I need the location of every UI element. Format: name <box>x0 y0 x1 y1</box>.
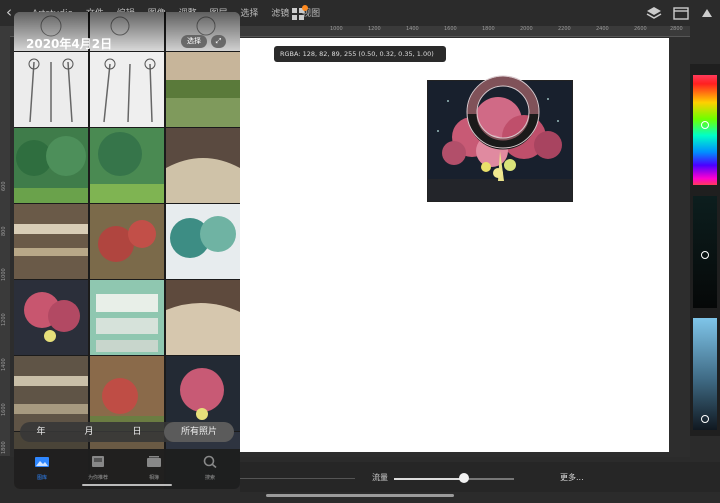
photo-picker-popover: 2020年4月2日 选择 ⤢ 年 月 日 所有照片 图库 为你推荐 相簿 搜索 <box>14 12 240 489</box>
photos-icon <box>35 457 49 467</box>
search-icon <box>203 455 217 469</box>
ruler-tick: 1000 <box>330 26 343 32</box>
photo-thumbnail[interactable] <box>166 280 240 355</box>
scale-years[interactable]: 年 <box>20 422 62 442</box>
back-icon[interactable]: ‹ <box>6 3 12 21</box>
scale-months[interactable]: 月 <box>68 422 110 442</box>
size-slider-track[interactable] <box>240 478 355 479</box>
ruler-tick: 1600 <box>1 403 7 416</box>
scale-days[interactable]: 日 <box>116 422 158 442</box>
tab-label: 相簿 <box>148 475 159 481</box>
ruler-tick: 1800 <box>482 26 495 32</box>
ruler-tick: 1400 <box>406 26 419 32</box>
picker-date-title: 2020年4月2日 <box>26 37 113 51</box>
layers-icon[interactable] <box>645 5 663 21</box>
ruler-tick: 1200 <box>1 313 7 326</box>
select-button[interactable]: 选择 <box>181 35 207 48</box>
flow-slider-thumb[interactable] <box>459 473 469 483</box>
hue-knob[interactable] <box>701 121 709 129</box>
tools-grid-icon[interactable] <box>290 5 308 21</box>
menu-select[interactable]: 选择 <box>240 9 258 19</box>
photo-thumbnail[interactable] <box>14 204 88 279</box>
ruler-tick: 2800 <box>670 26 683 32</box>
scale-all-photos[interactable]: 所有照片 <box>164 422 234 442</box>
collapse-icon[interactable] <box>698 5 716 21</box>
ruler-tick: 1000 <box>1 268 7 281</box>
ruler-tick: 1800 <box>1 441 7 454</box>
for-you-icon <box>92 456 104 467</box>
brightness-slider[interactable] <box>693 318 717 430</box>
photo-thumbnail[interactable] <box>90 128 164 203</box>
expand-icon[interactable]: ⤢ <box>211 35 226 48</box>
vertical-ruler: 600 800 1000 1200 1400 1600 1800 <box>0 36 10 456</box>
tab-albums[interactable]: 相簿 <box>134 453 174 481</box>
menu-filter[interactable]: 滤镜 <box>271 9 289 19</box>
photo-thumbnail[interactable] <box>166 52 240 127</box>
home-indicator <box>266 494 454 497</box>
ruler-tick: 1200 <box>368 26 381 32</box>
photo-thumbnail[interactable] <box>166 128 240 203</box>
picker-home-indicator <box>82 484 172 486</box>
rgba-readout: RGBA: 128, 82, 89, 255 (0.50, 0.32, 0.35… <box>274 46 446 62</box>
tab-library[interactable]: 图库 <box>22 453 62 481</box>
photo-thumbnail[interactable] <box>14 356 88 431</box>
photo-thumbnail[interactable] <box>90 280 164 355</box>
color-picker-loupe[interactable] <box>465 74 541 150</box>
photo-thumbnail[interactable] <box>90 204 164 279</box>
tab-label: 搜索 <box>204 475 215 481</box>
ruler-tick: 1600 <box>444 26 457 32</box>
photo-thumbnail[interactable] <box>14 280 88 355</box>
photo-thumbnail[interactable] <box>166 356 240 431</box>
photo-thumbnail[interactable] <box>14 128 88 203</box>
ruler-tick: 1400 <box>1 358 7 371</box>
ruler-tick: 800 <box>1 226 7 236</box>
flow-label: 流量 <box>372 473 388 482</box>
picker-tab-bar: 图库 为你推荐 相簿 搜索 <box>14 449 240 489</box>
brightness-knob[interactable] <box>701 415 709 423</box>
ruler-tick: 2400 <box>596 26 609 32</box>
tab-search[interactable]: 搜索 <box>190 453 230 481</box>
photo-thumbnail[interactable] <box>90 356 164 431</box>
more-button[interactable]: 更多... <box>560 472 584 483</box>
ruler-tick: 2000 <box>520 26 533 32</box>
tab-label: 为你推荐 <box>87 475 108 481</box>
photo-thumbnail[interactable] <box>90 52 164 127</box>
ruler-tick: 2600 <box>634 26 647 32</box>
saturation-knob[interactable] <box>701 251 709 259</box>
bottom-toolbar <box>240 462 720 492</box>
ruler-tick: 2200 <box>558 26 571 32</box>
photo-thumbnail[interactable] <box>166 204 240 279</box>
time-scale-segmented-control: 年 月 日 所有照片 <box>20 422 234 442</box>
hue-slider[interactable] <box>693 75 717 185</box>
tab-label: 图库 <box>36 475 47 481</box>
tab-for-you[interactable]: 为你推荐 <box>78 453 118 481</box>
ruler-tick: 600 <box>1 181 7 191</box>
flow-slider-fill <box>394 478 464 480</box>
photo-thumbnail[interactable] <box>14 52 88 127</box>
albums-icon <box>147 456 161 467</box>
panels-icon[interactable] <box>672 5 690 21</box>
